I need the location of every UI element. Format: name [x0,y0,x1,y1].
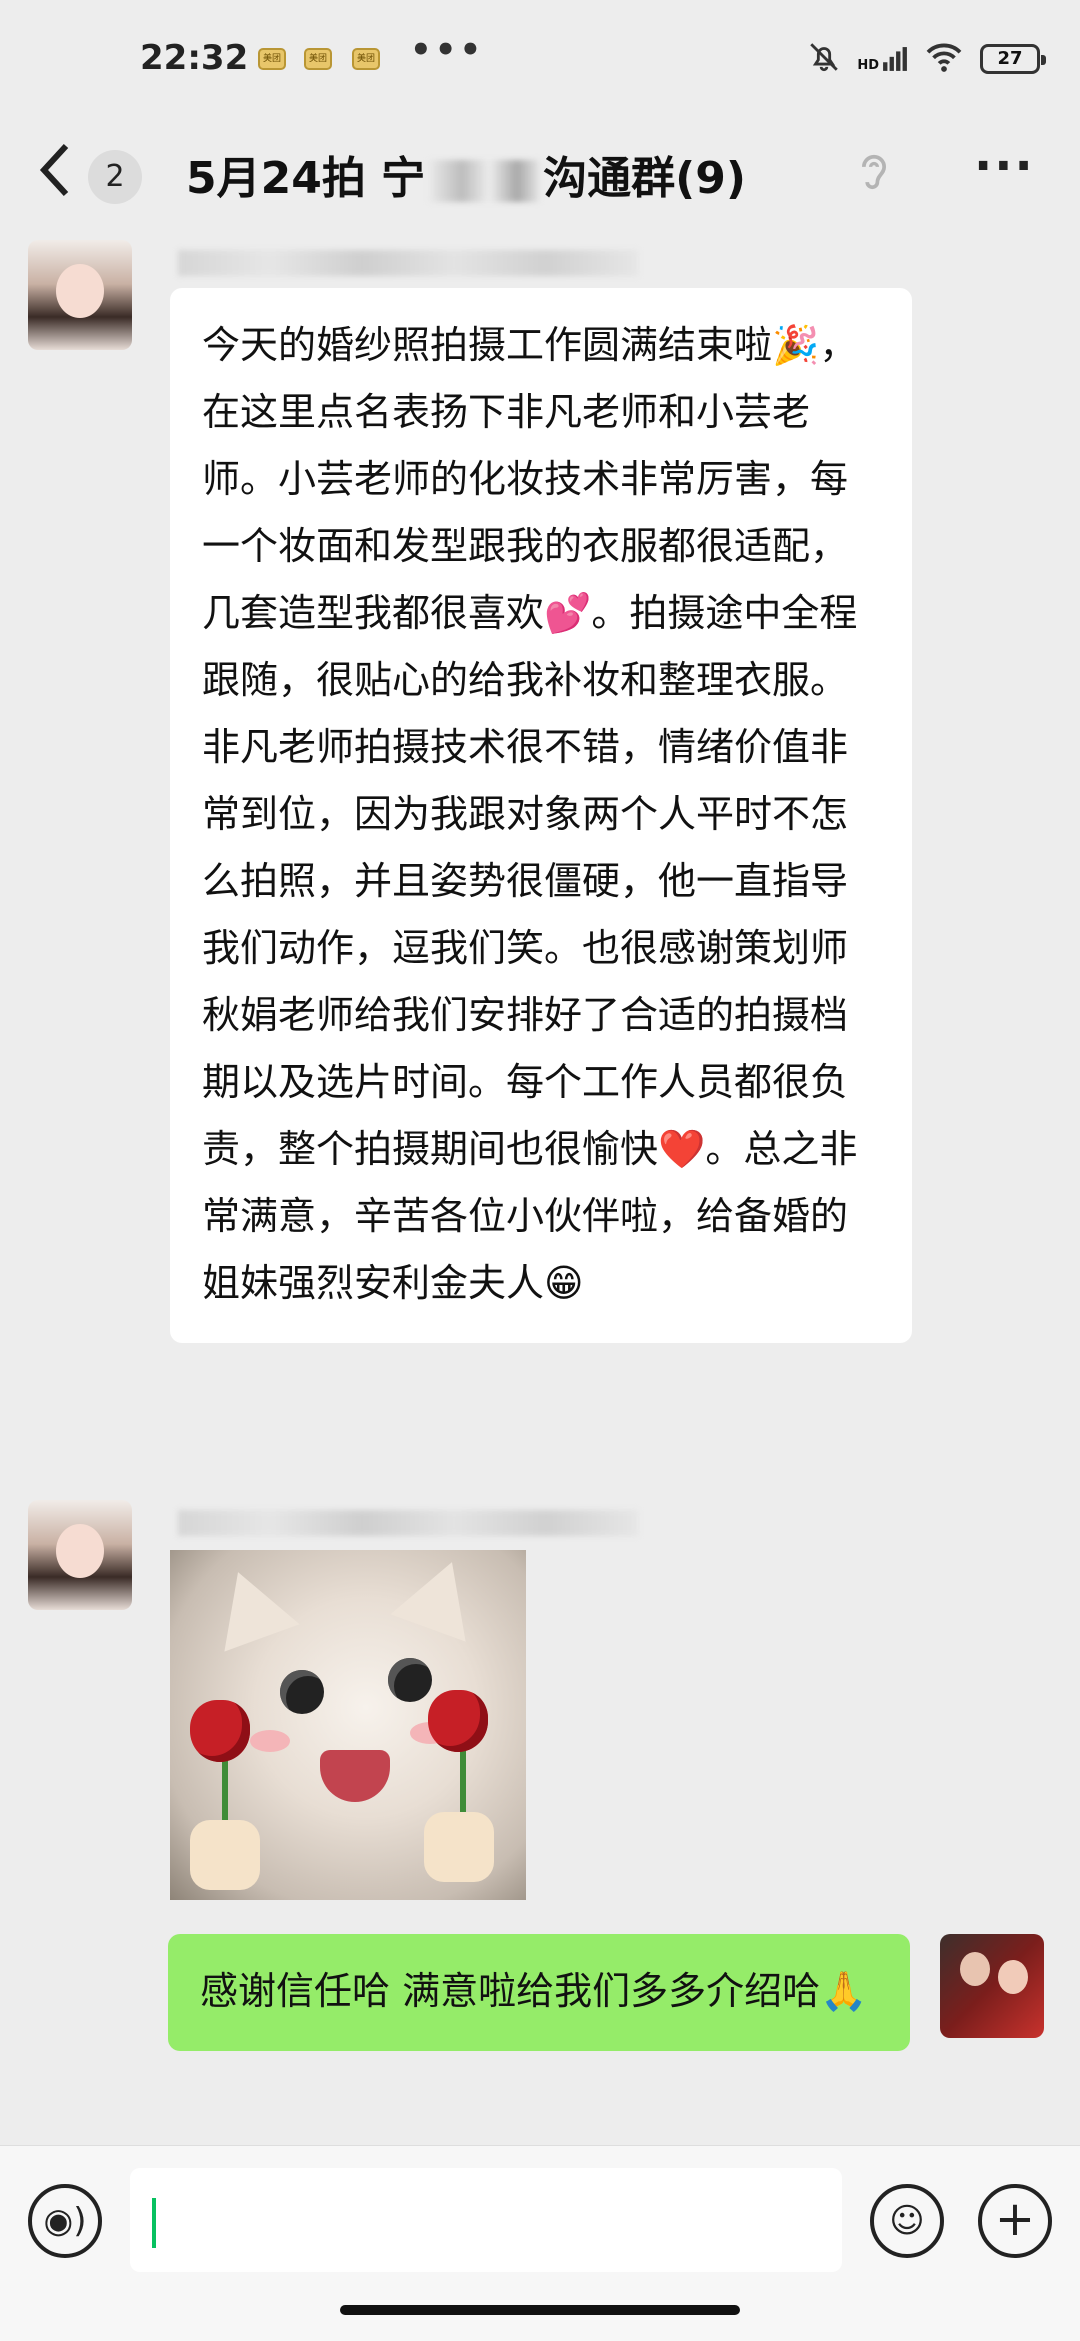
cat-eye [388,1658,432,1702]
cat-mouth [320,1750,390,1802]
rose-stem [460,1740,466,1820]
avatar[interactable] [28,240,132,350]
battery-icon: 27 [980,44,1046,74]
message-bubble-outgoing[interactable]: 感谢信任哈 满意啦给我们多多介绍哈🙏 [168,1934,910,2051]
sender-name-blurred [178,250,638,276]
status-time: 22:32 [140,38,249,78]
meituan-notification-icon: 美团 [304,48,332,70]
chevron-left-icon [39,143,69,197]
message-bubble[interactable]: 今天的婚纱照拍摄工作圆满结束啦🎉，在这里点名表扬下非凡老师和小芸老师。小芸老师的… [170,288,912,1343]
cat-eye [280,1670,324,1714]
rose-stem [222,1750,228,1830]
cat-ear [200,1558,300,1652]
hd-label: HD [857,58,879,73]
avatar[interactable] [28,1500,132,1610]
chat-title-suffix: 沟通群(9) [543,153,747,204]
sender-name-blurred [178,1510,638,1536]
text-cursor [152,2198,156,2248]
ear-icon[interactable] [856,150,892,204]
signal-icon: HD [857,46,908,72]
chat-title-prefix: 5月24拍 宁 [186,153,426,204]
status-bar: 22:32 美团 美团 美团 ••• HD 27 [0,0,1080,120]
chat-header: 2 5月24拍 宁 沟通群(9) ··· [0,120,1080,230]
cat-blush [250,1730,290,1752]
chat-title: 5月24拍 宁 沟通群(9) [186,142,746,206]
avatar-self[interactable] [940,1934,1044,2038]
blurred-title-segment [429,160,540,202]
plus-icon[interactable]: + [978,2184,1052,2258]
cat-holding-roses-sticker[interactable] [170,1550,526,1900]
meituan-notification-icon: 美团 [258,48,286,70]
message-input[interactable] [130,2168,842,2272]
voice-icon[interactable]: ◉) [28,2184,102,2258]
wifi-icon [924,41,964,77]
unread-count-badge[interactable]: 2 [88,150,142,204]
more-options-button[interactable]: ··· [974,138,1035,194]
bell-muted-icon [807,40,841,78]
cat-paw [190,1820,260,1890]
rose [428,1690,488,1752]
rose [190,1700,250,1762]
cat-ear [390,1550,490,1642]
cat-paw [424,1812,494,1882]
home-indicator[interactable] [340,2305,740,2315]
back-button[interactable] [36,140,76,213]
more-notifications-icon: ••• [410,30,485,70]
emoji-icon[interactable]: ☺ [870,2184,944,2258]
meituan-notification-icon: 美团 [352,48,380,70]
